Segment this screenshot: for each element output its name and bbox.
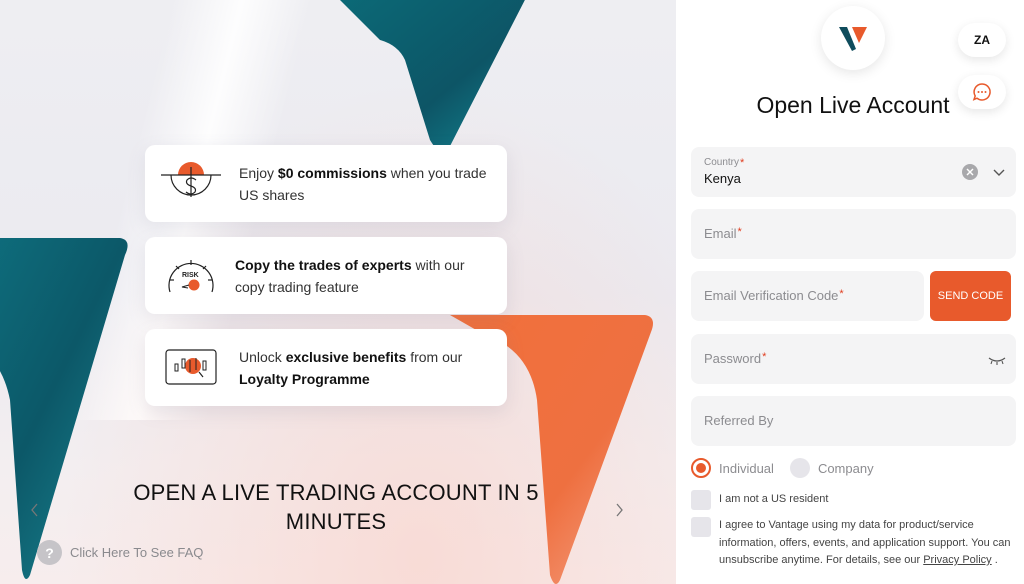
radio-company-label[interactable]: Company: [818, 461, 874, 476]
privacy-policy-link[interactable]: Privacy Policy: [923, 554, 991, 566]
language-selector[interactable]: ZA: [958, 23, 1006, 57]
close-icon: [966, 168, 974, 176]
password-field[interactable]: Password*: [691, 334, 1016, 384]
radio-individual[interactable]: [691, 458, 711, 478]
chevron-left-icon: [31, 503, 38, 517]
chevron-right-icon: [616, 503, 623, 517]
verification-code-placeholder: Email Verification Code*: [704, 288, 844, 303]
radio-individual-label[interactable]: Individual: [719, 461, 774, 476]
country-value: Kenya: [704, 171, 741, 186]
email-field[interactable]: Email*: [691, 209, 1016, 259]
password-placeholder: Password*: [704, 351, 767, 366]
send-code-button[interactable]: SEND CODE: [930, 271, 1011, 321]
signup-panel: ZA Open Live Account Country* Kenya Emai…: [676, 0, 1024, 584]
hero-headline: OPEN A LIVE TRADING ACCOUNT IN 5 MINUTES: [133, 480, 539, 534]
carousel-next-button[interactable]: [612, 500, 626, 520]
svg-text:RISK: RISK: [182, 272, 199, 279]
referred-by-placeholder: Referred By: [704, 413, 774, 428]
referred-by-field[interactable]: Referred By: [691, 396, 1016, 446]
feature-text: Copy the trades of experts with our copy…: [235, 256, 465, 295]
toggle-password-visibility[interactable]: [988, 353, 1006, 371]
faq-label: Click Here To See FAQ: [70, 545, 204, 560]
promo-hero: Enjoy $0 commissions when you trade US s…: [0, 0, 676, 584]
candlestick-chart-icon: [161, 343, 221, 393]
chevron-down-icon: [993, 169, 1005, 176]
email-placeholder: Email*: [704, 226, 742, 241]
clear-country-button[interactable]: [962, 164, 978, 180]
country-select[interactable]: Country* Kenya: [691, 147, 1016, 197]
feature-card-loyalty: Unlock exclusive benefits from our Loyal…: [145, 329, 507, 406]
consent-row: I agree to Vantage using my data for pro…: [691, 517, 1019, 570]
radio-company[interactable]: [789, 458, 810, 478]
us-resident-label[interactable]: I am not a US resident: [719, 490, 1019, 509]
consent-label: I agree to Vantage using my data for pro…: [719, 519, 1011, 566]
carousel-prev-button[interactable]: [28, 500, 42, 520]
page-title: Open Live Account: [756, 92, 950, 118]
help-icon: ?: [37, 540, 62, 565]
consent-checkbox[interactable]: [691, 517, 711, 537]
feature-card-copy-trading: RISK Copy the trades of experts with our…: [145, 237, 507, 314]
feature-card-commissions: Enjoy $0 commissions when you trade US s…: [145, 145, 507, 222]
us-resident-row: I am not a US resident: [691, 490, 1019, 510]
us-resident-checkbox[interactable]: [691, 490, 711, 510]
risk-gauge-icon: RISK: [161, 251, 221, 301]
country-label: Country*: [704, 157, 745, 169]
eye-closed-icon: [988, 357, 1006, 365]
vantage-logo-icon: [839, 27, 867, 51]
faq-link[interactable]: ? Click Here To See FAQ: [37, 540, 203, 565]
verification-code-field[interactable]: Email Verification Code*: [691, 271, 924, 321]
feature-text: Enjoy $0 commissions when you trade US s…: [239, 164, 487, 203]
feature-text: Unlock exclusive benefits from our Loyal…: [239, 348, 463, 387]
account-type-group: Individual Company: [691, 458, 890, 478]
vantage-logo: [821, 6, 885, 70]
feature-cards: Enjoy $0 commissions when you trade US s…: [145, 145, 507, 421]
country-dropdown-toggle[interactable]: [992, 165, 1006, 183]
dollar-coin-icon: [161, 159, 221, 209]
